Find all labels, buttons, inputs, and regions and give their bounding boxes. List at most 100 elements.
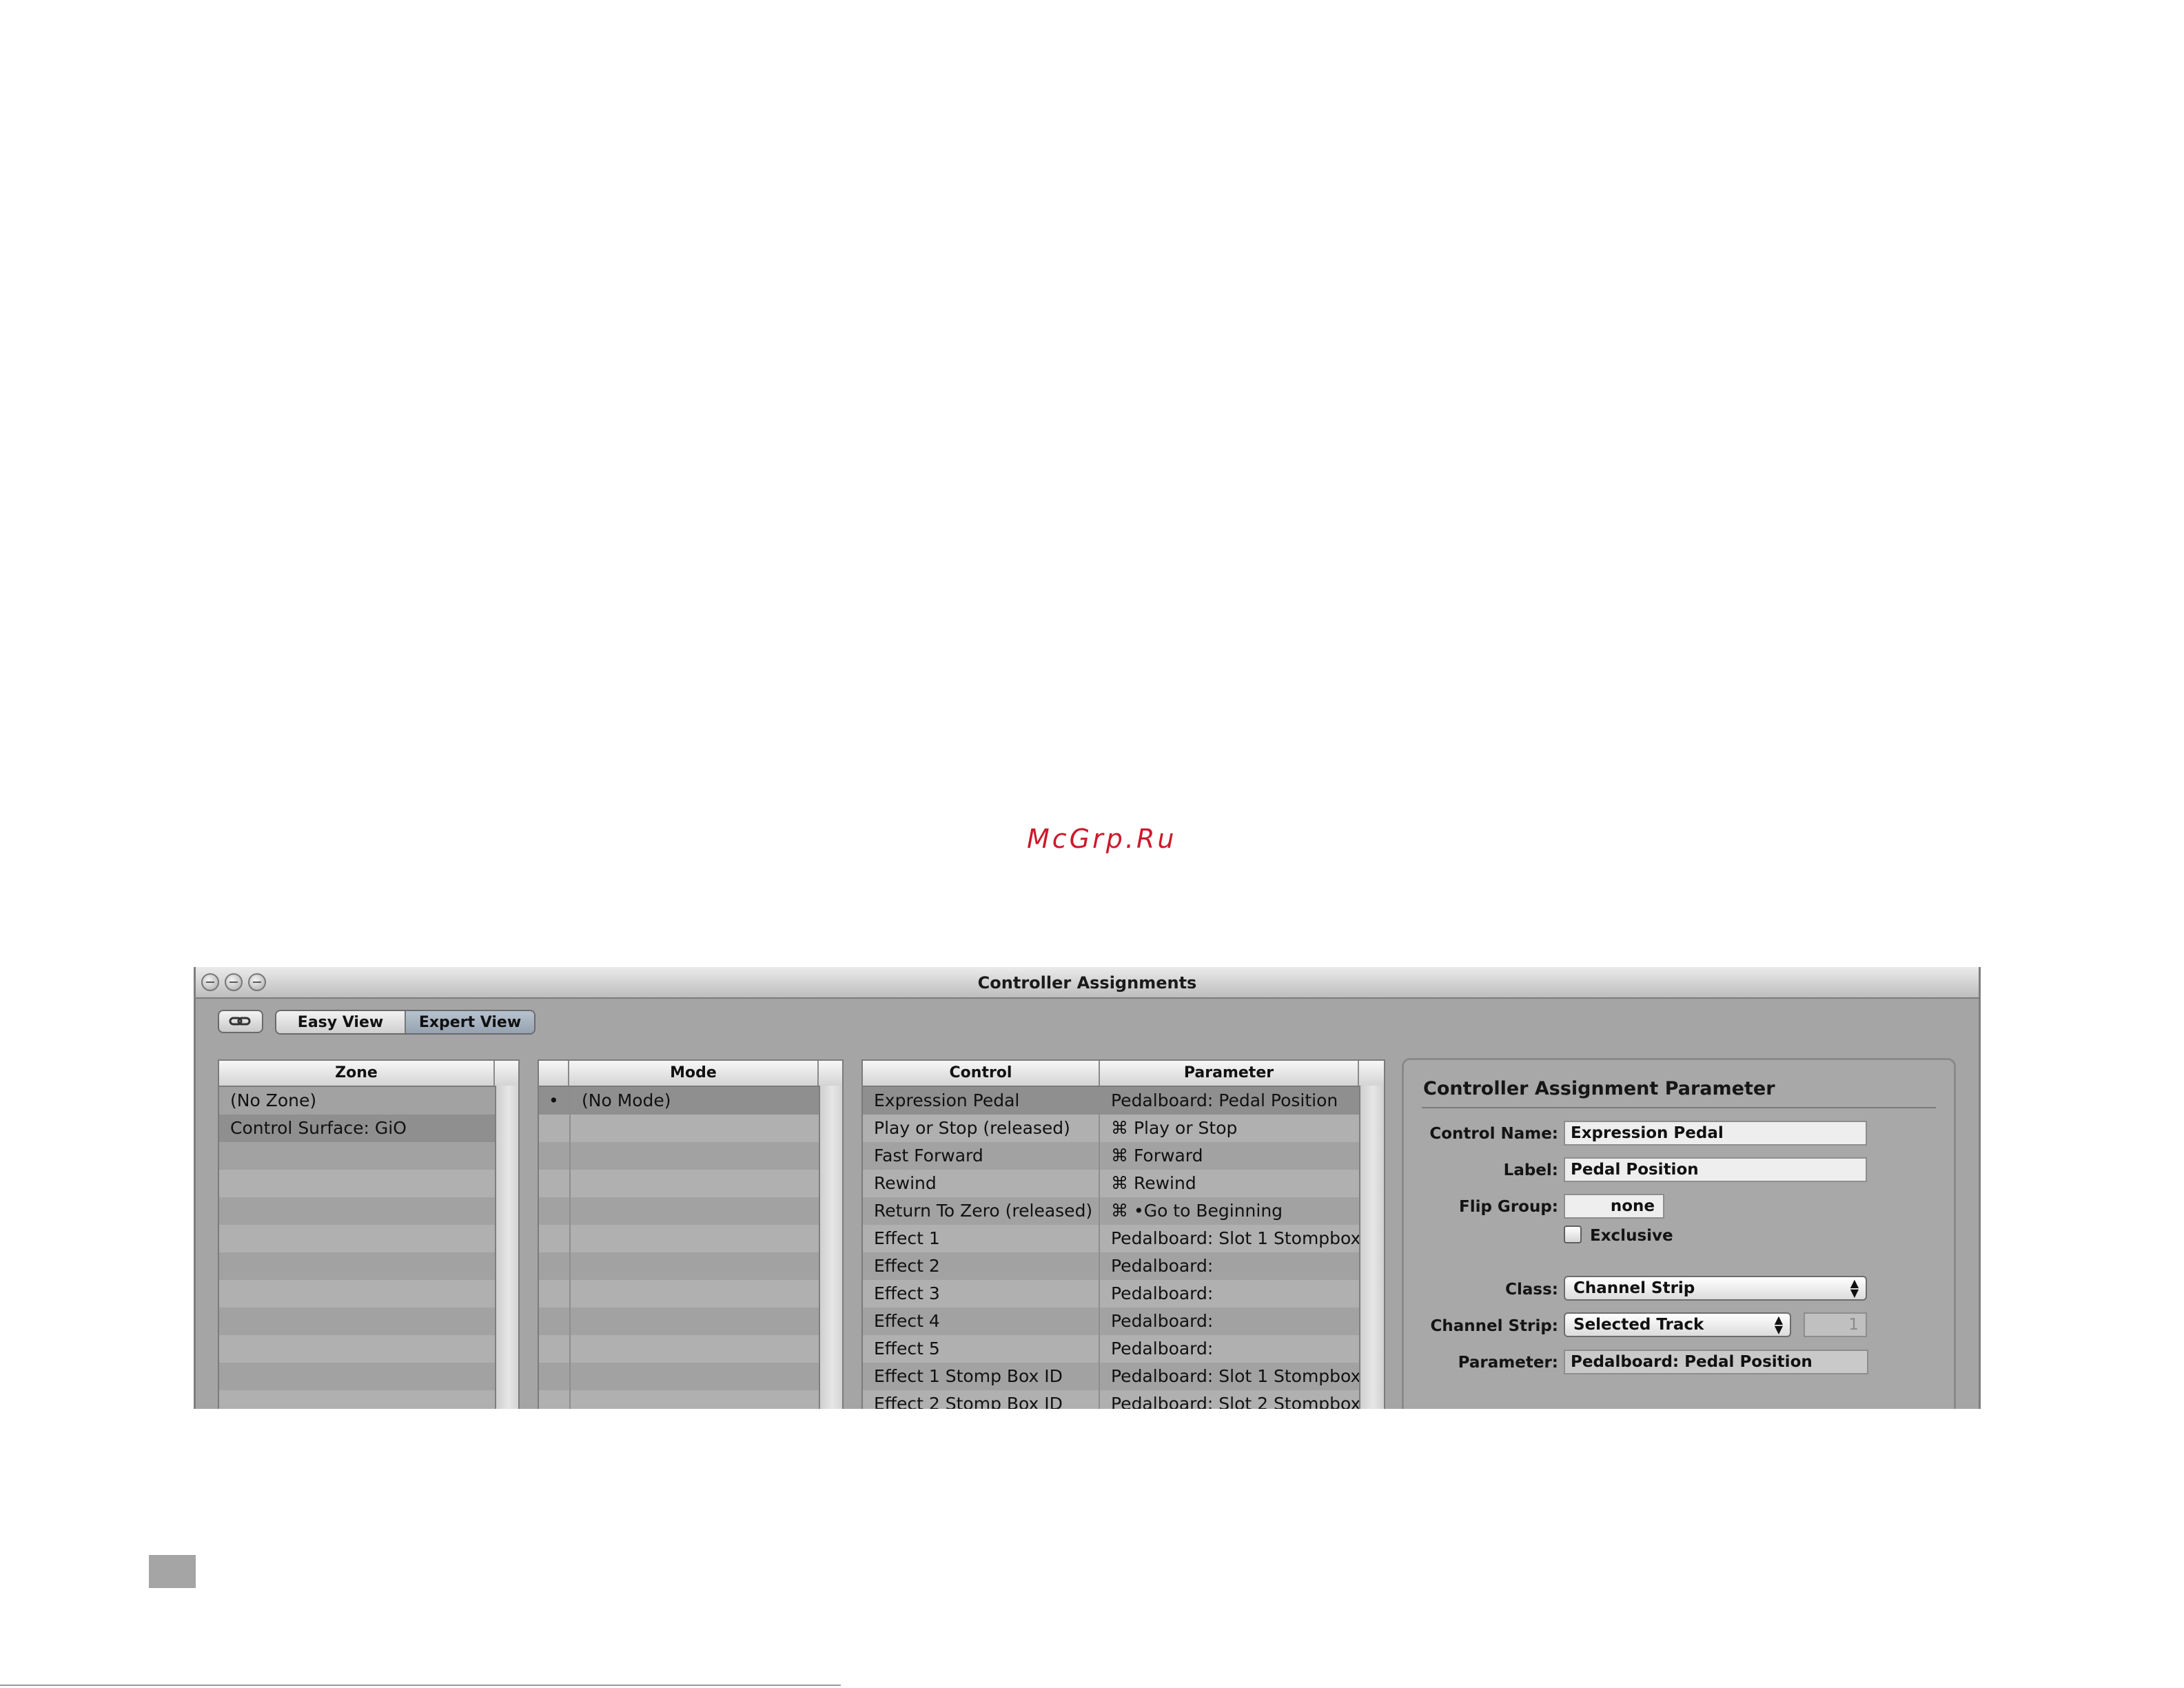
table-row[interactable]: Rewind ⌘ Rewind xyxy=(863,1170,1359,1197)
parameter-cell: ⌘ Forward xyxy=(1111,1146,1203,1166)
mode-column-divider xyxy=(569,1390,571,1409)
table-row[interactable]: Effect 2 Stomp Box ID Pedalboard: Slot 2 … xyxy=(863,1390,1359,1409)
link-button[interactable] xyxy=(218,1010,263,1033)
control-cell: Effect 2 xyxy=(863,1252,1100,1280)
mode-header: Mode xyxy=(539,1061,842,1087)
mode-row[interactable] xyxy=(539,1390,819,1409)
parameter-cell: Pedalboard: Slot 2 Stompbox xyxy=(1111,1394,1359,1409)
zone-row[interactable] xyxy=(219,1142,495,1170)
table-row[interactable]: Effect 3 Pedalboard: xyxy=(863,1280,1359,1308)
zone-row[interactable] xyxy=(219,1225,495,1252)
parameter-label: Parameter: xyxy=(1458,1354,1558,1372)
control-cell: Rewind xyxy=(863,1170,1100,1197)
zone-row[interactable] xyxy=(219,1363,495,1390)
table-row[interactable]: Effect 5 Pedalboard: xyxy=(863,1335,1359,1363)
mode-column-divider xyxy=(569,1252,571,1280)
zone-column-header[interactable]: Zone xyxy=(219,1061,495,1086)
channel-strip-label: Channel Strip: xyxy=(1430,1317,1558,1335)
zone-header: Zone xyxy=(219,1061,518,1087)
mode-row[interactable] xyxy=(539,1225,819,1252)
channel-strip-popup[interactable]: Selected Track ▲ ▼ xyxy=(1564,1312,1791,1337)
controller-assignments-window: Controller Assignments Easy View Expert … xyxy=(194,967,1981,1409)
control-cell: Effect 3 xyxy=(863,1280,1100,1308)
zone-scrollbar[interactable] xyxy=(495,1086,518,1409)
mode-row[interactable] xyxy=(539,1280,819,1308)
exclusive-label: Exclusive xyxy=(1590,1227,1673,1245)
mode-row[interactable] xyxy=(539,1115,819,1142)
zone-row[interactable] xyxy=(219,1335,495,1363)
control-name-label: Control Name: xyxy=(1429,1125,1558,1143)
zone-row[interactable] xyxy=(219,1252,495,1280)
zone-row[interactable] xyxy=(219,1280,495,1308)
title-bar: Controller Assignments xyxy=(196,967,1979,999)
table-row[interactable]: Fast Forward ⌘ Forward xyxy=(863,1142,1359,1170)
mode-column-divider xyxy=(569,1197,571,1225)
control-cell: Effect 5 xyxy=(863,1335,1100,1363)
mode-column-divider xyxy=(569,1308,571,1335)
control-cell: Expression Pedal xyxy=(863,1087,1100,1115)
control-cell: Effect 1 Stomp Box ID xyxy=(863,1363,1100,1390)
channel-strip-popup-value: Selected Track xyxy=(1573,1316,1704,1334)
control-cell: Fast Forward xyxy=(863,1142,1100,1170)
parameter-cell: ⌘ •Go to Beginning xyxy=(1111,1201,1283,1221)
table-row[interactable]: Expression Pedal Pedalboard: Pedal Positi… xyxy=(863,1087,1359,1115)
mode-row[interactable] xyxy=(539,1142,819,1170)
table-row[interactable]: Effect 4 Pedalboard: xyxy=(863,1308,1359,1335)
mode-column-divider xyxy=(569,1225,571,1252)
table-row[interactable]: Return To Zero (released) ⌘ •Go to Beginn… xyxy=(863,1197,1359,1225)
zone-row[interactable] xyxy=(219,1390,495,1409)
class-popup[interactable]: Channel Strip ▲ ▼ xyxy=(1564,1276,1867,1301)
control-table-scrollbar[interactable] xyxy=(1359,1086,1384,1409)
mode-row[interactable] xyxy=(539,1252,819,1280)
control-name-field[interactable]: Expression Pedal xyxy=(1564,1121,1867,1146)
mode-row[interactable] xyxy=(539,1363,819,1390)
zone-row[interactable] xyxy=(219,1308,495,1335)
zone-row[interactable]: (No Zone) xyxy=(219,1087,495,1115)
control-table: Control Parameter Expression Pedal Pedalb… xyxy=(861,1059,1385,1409)
table-row[interactable]: Effect 1 Stomp Box ID Pedalboard: Slot 1 … xyxy=(863,1363,1359,1390)
watermark: McGrp.Ru xyxy=(1027,824,1177,854)
channel-number-field[interactable]: 1 xyxy=(1804,1312,1867,1337)
mode-row[interactable] xyxy=(539,1308,819,1335)
mode-column-divider xyxy=(569,1115,571,1142)
table-row[interactable]: Play or Stop (released) ⌘ Play or Stop xyxy=(863,1115,1359,1142)
zone-row[interactable]: Control Surface: GiO xyxy=(219,1115,495,1142)
label-field[interactable]: Pedal Position xyxy=(1564,1157,1867,1182)
flip-group-field[interactable]: none xyxy=(1564,1194,1664,1219)
label-label: Label: xyxy=(1503,1161,1558,1179)
parameter-cell: Pedalboard: xyxy=(1111,1283,1214,1303)
easy-view-button[interactable]: Easy View xyxy=(276,1011,406,1033)
parameter-column-header[interactable]: Parameter xyxy=(1100,1061,1359,1086)
popup-arrows-icon: ▲ ▼ xyxy=(1850,1277,1859,1299)
control-column-header[interactable]: Control xyxy=(863,1061,1100,1086)
table-row[interactable]: Effect 2 Pedalboard: xyxy=(863,1252,1359,1280)
mode-column-divider xyxy=(569,1142,571,1170)
parameter-field[interactable]: Pedalboard: Pedal Position xyxy=(1564,1350,1868,1374)
mode-column-header[interactable]: Mode xyxy=(569,1061,819,1086)
parameter-cell: Pedalboard: xyxy=(1111,1256,1214,1276)
expert-view-button[interactable]: Expert View xyxy=(406,1011,534,1033)
group-title: Controller Assignment Parameter xyxy=(1423,1078,1775,1099)
exclusive-checkbox[interactable] xyxy=(1564,1226,1582,1243)
table-row[interactable]: Effect 1 Pedalboard: Slot 1 Stompbox xyxy=(863,1225,1359,1252)
parameter-cell: Pedalboard: Slot 1 Stompbox xyxy=(1111,1366,1359,1386)
mode-list: Mode • (No Mode) xyxy=(538,1059,844,1409)
mode-column-divider xyxy=(569,1170,571,1197)
mode-row[interactable] xyxy=(539,1170,819,1197)
mode-name: (No Mode) xyxy=(582,1090,671,1110)
zone-list: Zone (No Zone) Control Surface: GiO xyxy=(218,1059,520,1409)
control-cell: Play or Stop (released) xyxy=(863,1115,1100,1142)
mode-column-divider xyxy=(569,1335,571,1363)
page-marker xyxy=(149,1555,196,1588)
zone-row[interactable] xyxy=(219,1197,495,1225)
class-label: Class: xyxy=(1505,1281,1558,1299)
link-icon xyxy=(229,1017,251,1026)
flip-group-label: Flip Group: xyxy=(1458,1198,1558,1216)
mode-column-divider xyxy=(569,1280,571,1308)
parameter-cell: Pedalboard: xyxy=(1111,1339,1214,1359)
mode-row[interactable]: • (No Mode) xyxy=(539,1087,819,1115)
mode-row[interactable] xyxy=(539,1335,819,1363)
zone-row[interactable] xyxy=(219,1170,495,1197)
mode-scrollbar[interactable] xyxy=(819,1086,842,1409)
mode-row[interactable] xyxy=(539,1197,819,1225)
